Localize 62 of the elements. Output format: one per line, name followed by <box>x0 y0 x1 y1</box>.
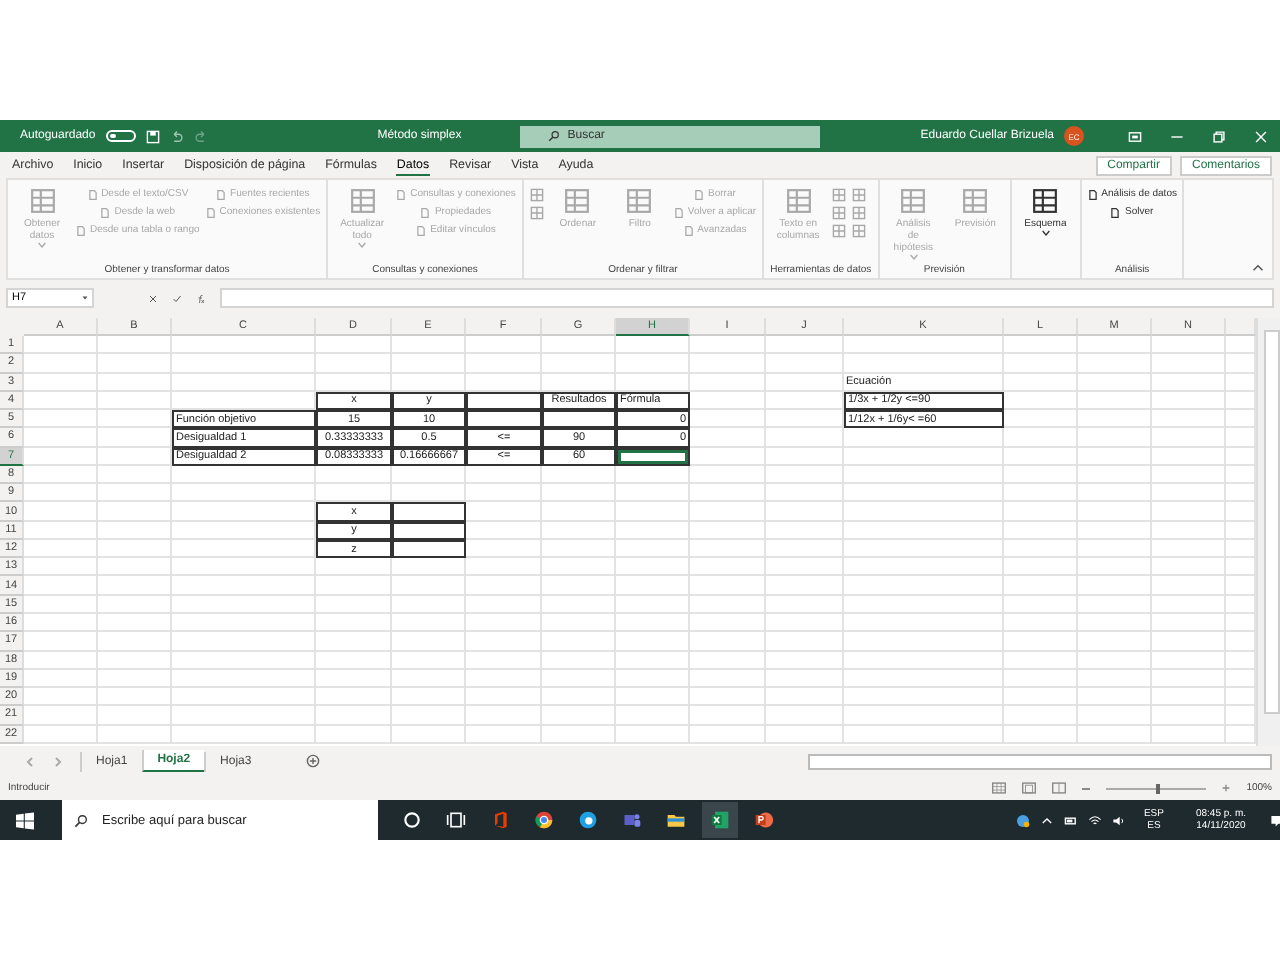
ribbon-display-icon[interactable] <box>1128 129 1142 143</box>
normal-view-icon[interactable] <box>992 782 1007 794</box>
save-icon[interactable] <box>145 129 160 143</box>
table-icon <box>564 188 591 214</box>
next-sheet-icon[interactable] <box>52 755 64 767</box>
table-icon <box>349 188 376 214</box>
table-icon <box>962 188 989 214</box>
page-layout-icon[interactable] <box>1022 782 1037 794</box>
office-icon[interactable] <box>490 810 510 830</box>
table-icon <box>29 188 55 214</box>
grid-cell[interactable] <box>616 447 690 466</box>
teams-icon[interactable] <box>622 810 642 830</box>
caret-icon <box>358 242 367 248</box>
cancel-icon[interactable] <box>148 293 158 303</box>
collapse-icon[interactable] <box>1252 264 1264 272</box>
function-icon[interactable] <box>196 293 206 303</box>
table-icon <box>1032 188 1059 214</box>
undo-icon[interactable] <box>169 129 184 143</box>
search-icon <box>547 130 560 142</box>
task-view-icon[interactable] <box>446 810 466 830</box>
autosave-toggle[interactable] <box>105 130 136 142</box>
grid-cell[interactable] <box>392 502 466 522</box>
browser-icon[interactable] <box>534 810 554 830</box>
page-break-icon[interactable] <box>1052 782 1067 794</box>
formula-input[interactable] <box>220 288 1274 308</box>
zoom-in-icon[interactable] <box>1222 784 1231 792</box>
folder-icon[interactable] <box>666 810 686 830</box>
horizontal-scrollbar[interactable] <box>808 753 1272 769</box>
document-icon <box>1110 207 1121 217</box>
grid-cell[interactable] <box>466 391 542 411</box>
help-icon[interactable] <box>1015 813 1030 827</box>
table-icon <box>785 188 812 214</box>
table-icon <box>626 188 653 214</box>
battery-icon[interactable] <box>1063 813 1078 827</box>
excel-icon[interactable] <box>710 810 730 830</box>
previous-sheet-icon[interactable] <box>24 755 36 767</box>
caret-icon <box>38 242 46 248</box>
check-icon[interactable] <box>172 293 182 303</box>
caret-icon <box>1041 230 1050 236</box>
grid-cell[interactable] <box>392 521 466 540</box>
zoom-thumb[interactable] <box>1156 783 1161 793</box>
speaker-icon[interactable] <box>1111 813 1126 827</box>
search-icon <box>74 813 88 827</box>
grid-cell[interactable] <box>392 539 466 559</box>
notifications-icon[interactable] <box>1270 813 1280 827</box>
caret-icon <box>909 254 918 260</box>
table-icon <box>900 188 927 214</box>
document-icon <box>396 189 407 199</box>
grid-cell[interactable] <box>466 410 542 429</box>
grid-cell[interactable] <box>542 410 616 429</box>
powerpoint-icon[interactable] <box>754 810 774 830</box>
windows-start-icon[interactable] <box>16 811 34 829</box>
redo-icon[interactable] <box>193 129 208 143</box>
restore-icon[interactable] <box>1212 129 1226 143</box>
document-icon <box>76 225 86 235</box>
caret-icon <box>82 296 88 300</box>
close-icon[interactable] <box>1254 129 1268 143</box>
chevron-up-icon[interactable] <box>1039 813 1054 827</box>
column-header[interactable] <box>1226 318 1256 336</box>
wifi-icon[interactable] <box>1087 813 1102 827</box>
add-sheet-icon[interactable] <box>305 754 320 768</box>
document-icon <box>1087 189 1098 199</box>
